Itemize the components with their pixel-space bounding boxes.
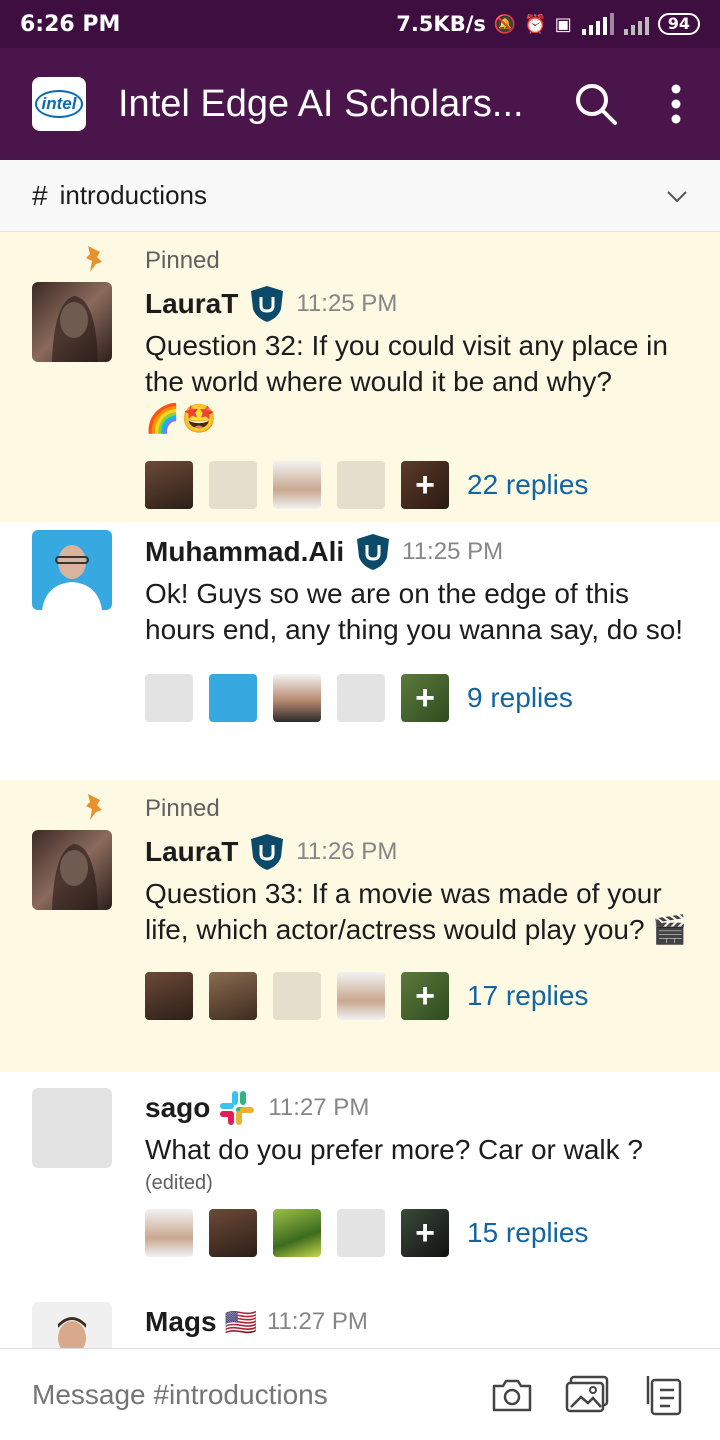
edited-label: (edited) (145, 1172, 213, 1194)
plus-icon: + (415, 1213, 435, 1252)
workspace-logo-text: intel (34, 90, 84, 118)
avatar[interactable] (32, 1088, 112, 1168)
reply-avatar (337, 972, 385, 1020)
message-input[interactable] (32, 1378, 460, 1411)
us-flag-icon: 🇺🇸 (224, 1306, 257, 1337)
timestamp: 11:27 PM (268, 1094, 370, 1121)
timestamp: 11:25 PM (296, 290, 398, 317)
status-time: 6:26 PM (20, 11, 121, 37)
channel-name: introductions (59, 180, 207, 210)
author-name[interactable]: sago (145, 1092, 210, 1124)
channel-header[interactable]: # introductions (0, 160, 720, 232)
volte-icon: ▣ (554, 13, 572, 35)
message-text-content: Question 33: If a movie was made of your… (145, 878, 662, 945)
avatar[interactable] (32, 830, 112, 910)
shield-badge-icon (251, 834, 284, 870)
reply-avatar (209, 674, 257, 722)
chevron-down-icon[interactable] (666, 180, 688, 211)
message-item[interactable]: Muhammad.Ali 11:25 PM Ok! Guys so we are… (0, 522, 720, 780)
workspace-title[interactable]: Intel Edge AI Scholars... (118, 83, 550, 126)
reply-avatar (209, 1209, 257, 1257)
reply-avatar (209, 461, 257, 509)
message-text: Question 33: If a movie was made of your… (145, 876, 696, 948)
message-text: Ok! Guys so we are on the edge of this h… (145, 578, 684, 645)
shield-badge-icon (251, 286, 284, 322)
avatar[interactable] (32, 282, 112, 362)
avatar[interactable] (32, 530, 112, 610)
more-replies-avatar: + (401, 1209, 449, 1257)
avatar[interactable] (32, 1302, 112, 1348)
message-item[interactable]: Pinned LauraT 11:26 PM Question 33: If a… (0, 780, 720, 1072)
reply-avatar (337, 674, 385, 722)
pin-icon (86, 246, 102, 272)
author-name[interactable]: Mags (145, 1306, 217, 1338)
more-vertical-icon[interactable] (656, 74, 696, 134)
image-icon[interactable] (564, 1371, 612, 1419)
rainbow-emoji: 🌈 (145, 403, 180, 434)
camera-icon[interactable] (488, 1371, 536, 1419)
alarm-icon: ⏰ (524, 13, 547, 35)
emoji-row: 🌈 🤩 (145, 402, 217, 435)
clapper-emoji: 🎬 (652, 914, 688, 945)
pin-icon (86, 794, 102, 820)
reply-count[interactable]: 9 replies (467, 682, 573, 714)
reply-avatar (273, 1209, 321, 1257)
plus-icon: + (415, 465, 435, 504)
signal-2-icon (622, 13, 650, 35)
search-icon[interactable] (566, 74, 626, 134)
mute-bell-icon: 🔕 (493, 13, 517, 35)
plus-icon: + (415, 976, 435, 1015)
message-item[interactable]: Mags 🇺🇸 11:27 PM (0, 1286, 720, 1348)
message-item[interactable]: sago 11:27 PM What do you prefer more? C… (0, 1072, 720, 1286)
star-struck-emoji: 🤩 (181, 403, 217, 434)
app-bar: intel Intel Edge AI Scholars... (0, 48, 720, 160)
slack-logo-icon (220, 1091, 255, 1125)
thread-replies[interactable]: + 15 replies (145, 1209, 696, 1257)
hash-icon: # (32, 179, 48, 211)
network-speed: 7.5KB/s (396, 12, 486, 36)
status-icons: 7.5KB/s 🔕 ⏰ ▣ 94 (396, 12, 700, 36)
author-name[interactable]: LauraT (145, 288, 238, 320)
thread-replies[interactable]: + 17 replies (145, 972, 696, 1020)
reply-avatar (273, 972, 321, 1020)
reply-avatar (145, 972, 193, 1020)
reply-avatar (209, 972, 257, 1020)
status-bar: 6:26 PM 7.5KB/s 🔕 ⏰ ▣ 94 (0, 0, 720, 48)
reply-avatar (273, 674, 321, 722)
message-composer (0, 1348, 720, 1440)
message-list[interactable]: Pinned LauraT 11:25 PM Question 32: If y… (0, 232, 720, 1348)
shield-badge-icon (357, 534, 390, 570)
author-name[interactable]: Muhammad.Ali (145, 536, 344, 568)
more-replies-avatar: + (401, 461, 449, 509)
pinned-label: Pinned (145, 795, 220, 822)
reply-avatar (145, 461, 193, 509)
reply-count[interactable]: 15 replies (467, 1217, 588, 1249)
plus-icon: + (415, 678, 435, 717)
timestamp: 11:27 PM (266, 1308, 368, 1335)
pinned-label: Pinned (145, 247, 220, 274)
more-replies-avatar: + (401, 674, 449, 722)
battery-icon: 94 (657, 13, 700, 35)
files-icon[interactable] (640, 1371, 688, 1419)
message-text: Question 32: If you could visit any plac… (145, 330, 668, 397)
message-item[interactable]: Pinned LauraT 11:25 PM Question 32: If y… (0, 232, 720, 522)
workspace-logo[interactable]: intel (32, 77, 86, 131)
author-name[interactable]: LauraT (145, 836, 238, 868)
reply-avatar (273, 461, 321, 509)
reply-avatar (337, 461, 385, 509)
more-replies-avatar: + (401, 972, 449, 1020)
reply-avatar (145, 674, 193, 722)
reply-count[interactable]: 17 replies (467, 980, 588, 1012)
message-text: What do you prefer more? Car or walk ? (145, 1134, 643, 1165)
timestamp: 11:25 PM (402, 538, 504, 565)
signal-icon (580, 13, 614, 35)
reply-avatar (337, 1209, 385, 1257)
timestamp: 11:26 PM (296, 838, 398, 865)
thread-replies[interactable]: + 22 replies (145, 461, 696, 509)
thread-replies[interactable]: + 9 replies (145, 674, 696, 722)
reply-avatar (145, 1209, 193, 1257)
reply-count[interactable]: 22 replies (467, 469, 588, 501)
